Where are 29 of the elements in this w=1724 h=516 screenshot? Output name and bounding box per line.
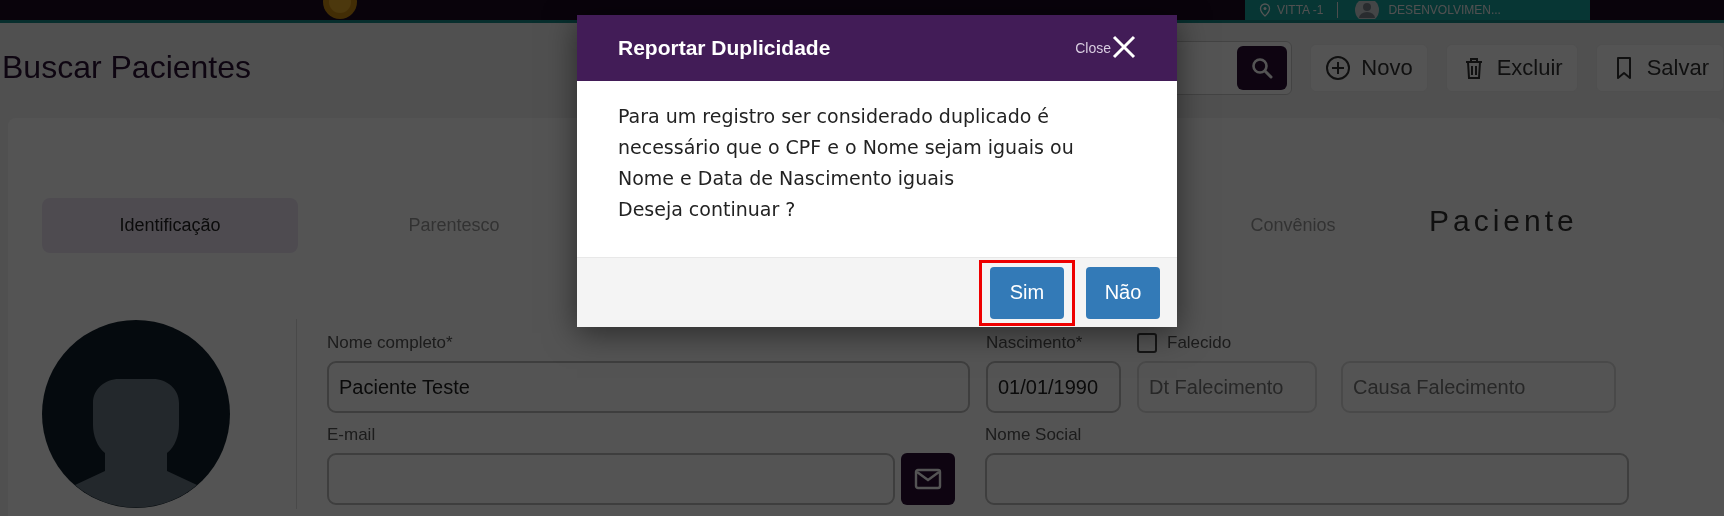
location-pin-icon <box>1259 3 1271 17</box>
field-label: E-mail <box>327 425 377 445</box>
tab[interactable]: Identificação <box>42 198 298 253</box>
field-label: Nome Social <box>985 425 1083 445</box>
action-button[interactable]: Excluir <box>1445 43 1578 92</box>
checkbox-label: Falecido <box>1167 333 1232 353</box>
mail-icon <box>914 468 942 490</box>
dialog-button[interactable]: Sim <box>990 266 1064 319</box>
search-icon <box>1250 55 1275 80</box>
logo-icon <box>320 0 360 20</box>
dialog-message: Deseja continuar ? <box>618 197 797 222</box>
close-icon[interactable] <box>1111 34 1138 60</box>
checkbox[interactable] <box>1137 333 1157 353</box>
close-label: Close <box>1075 40 1111 56</box>
plus-circle-icon <box>1325 54 1352 81</box>
section-title: Paciente <box>1429 203 1578 238</box>
dialog-message: Para um registro ser considerado duplicado é necessário que o CPF e o Nome sejam iguais ou Nome e Data de Nascimento iguais <box>618 104 1075 191</box>
action-button[interactable]: Novo <box>1310 43 1428 92</box>
input-field[interactable]: 01/01/1990 <box>986 361 1121 413</box>
dialog-button[interactable]: Não <box>1086 266 1160 319</box>
page-title: Buscar Pacientes <box>2 49 251 86</box>
email-button[interactable] <box>901 453 955 505</box>
field-label: Nome completo* <box>327 333 454 353</box>
search-button[interactable] <box>1237 45 1288 90</box>
dialog-title: Reportar Duplicidade <box>618 36 831 60</box>
input-field[interactable]: Paciente Teste <box>327 361 970 413</box>
user-name[interactable]: DESENVOLVIMEN... <box>1388 3 1501 17</box>
action-button[interactable]: Salvar <box>1595 43 1724 92</box>
unit-label: VITTA -1 <box>1277 3 1324 17</box>
